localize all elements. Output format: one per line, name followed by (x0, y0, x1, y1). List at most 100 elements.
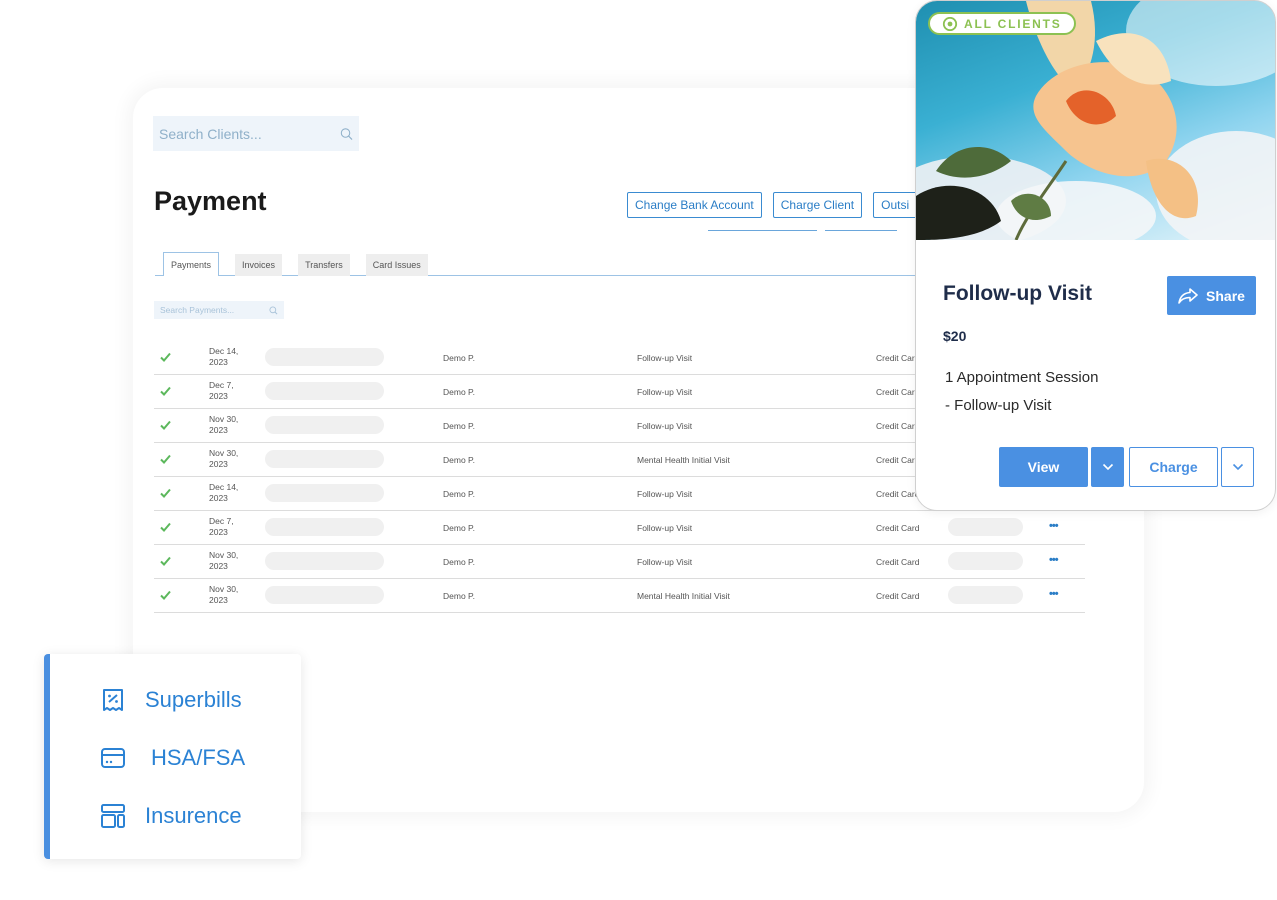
payment-date: Nov 30, 2023 (209, 414, 259, 436)
payment-date: Dec 7, 2023 (209, 380, 259, 402)
check-icon (160, 590, 171, 600)
page-title: Payment (154, 186, 267, 216)
redacted-field (265, 518, 384, 536)
service-offer-card: ALL CLIENTS Follow-up Visit Share $20 1 … (915, 0, 1276, 511)
more-options-icon[interactable]: ••• (1049, 520, 1059, 532)
divider (708, 230, 817, 231)
check-icon (160, 556, 171, 566)
outside-payment-button[interactable]: Outsi (873, 192, 918, 218)
payment-date: Nov 30, 2023 (209, 448, 259, 470)
redacted-field (265, 586, 384, 604)
date-line: Nov 30, (209, 584, 239, 594)
date-line: 2023 (209, 459, 228, 469)
redacted-field (265, 484, 384, 502)
client-name[interactable]: Demo P. (443, 523, 475, 533)
date-line: 2023 (209, 493, 228, 503)
service-name: Follow-up Visit (637, 421, 693, 431)
share-arrow-icon (1178, 287, 1198, 304)
payment-method: Credit Card (876, 387, 920, 397)
offer-title: Follow-up Visit (943, 282, 1092, 305)
offer-price: $20 (943, 328, 967, 344)
tab-transfers[interactable]: Transfers (298, 254, 350, 276)
redacted-amount (948, 586, 1023, 604)
date-line: 2023 (209, 561, 228, 571)
search-icon[interactable] (269, 305, 278, 315)
table-row[interactable]: Dec 7, 2023 Demo P. Follow-up Visit Credit C… (154, 511, 1085, 545)
redacted-field (265, 416, 384, 434)
menu-item-hsa-fsa[interactable]: HSA/FSA (100, 745, 245, 771)
layout-icon (101, 804, 125, 828)
payment-method: Credit Card (876, 353, 920, 363)
chevron-down-icon (1232, 463, 1243, 471)
search-icon[interactable] (340, 124, 353, 144)
check-icon (160, 454, 171, 464)
redacted-field (265, 348, 384, 366)
credit-card-icon (101, 748, 125, 768)
visibility-badge: ALL CLIENTS (928, 12, 1076, 35)
payment-method: Credit Card (876, 489, 920, 499)
billing-options-menu: Superbills HSA/FSA Insurence (44, 654, 301, 859)
badge-label: ALL CLIENTS (964, 16, 1062, 31)
more-options-icon[interactable]: ••• (1049, 588, 1059, 600)
redacted-field (265, 382, 384, 400)
charge-client-button[interactable]: Charge Client (772, 192, 863, 218)
payment-actions: Change Bank Account Charge Client Outsi (627, 192, 918, 218)
charge-button[interactable]: Charge (1129, 447, 1218, 487)
check-icon (160, 488, 171, 498)
view-dropdown-button[interactable] (1091, 447, 1124, 487)
share-button[interactable]: Share (1167, 276, 1256, 315)
client-name[interactable]: Demo P. (443, 489, 475, 499)
change-bank-account-button[interactable]: Change Bank Account (627, 192, 762, 218)
check-icon (160, 522, 171, 532)
offer-description-line: - Follow-up Visit (945, 397, 1052, 414)
table-row[interactable]: Nov 30, 2023 Demo P. Mental Health Initial … (154, 579, 1085, 613)
date-line: 2023 (209, 357, 228, 367)
offer-description-line: 1 Appointment Session (945, 369, 1099, 386)
menu-item-label: Insurence (145, 803, 242, 828)
view-button[interactable]: View (999, 447, 1088, 487)
client-name[interactable]: Demo P. (443, 557, 475, 567)
date-line: 2023 (209, 595, 228, 605)
tab-card-issues[interactable]: Card Issues (365, 254, 428, 276)
payment-method: Credit Card (876, 421, 920, 431)
service-name: Follow-up Visit (637, 353, 693, 363)
payment-method: Credit Card (876, 523, 920, 533)
client-name[interactable]: Demo P. (443, 455, 475, 465)
service-name: Mental Health Initial Visit (637, 591, 730, 601)
date-line: 2023 (209, 527, 228, 537)
menu-item-superbills[interactable]: Superbills (100, 687, 242, 713)
payment-method: Credit Card (876, 455, 920, 465)
client-name[interactable]: Demo P. (443, 353, 475, 363)
service-name: Follow-up Visit (637, 523, 693, 533)
search-payments-field[interactable]: Search Payments... (154, 301, 284, 319)
tab-invoices[interactable]: Invoices (235, 254, 283, 276)
share-label: Share (1206, 287, 1245, 304)
client-name[interactable]: Demo P. (443, 387, 475, 397)
payment-date: Nov 30, 2023 (209, 550, 259, 572)
date-line: 2023 (209, 425, 228, 435)
client-name[interactable]: Demo P. (443, 591, 475, 601)
redacted-amount (948, 518, 1023, 536)
menu-item-label: Superbills (145, 687, 242, 712)
date-line: Dec 7, (209, 516, 234, 526)
check-icon (160, 352, 171, 362)
chevron-down-icon (1102, 463, 1113, 471)
search-payments-placeholder: Search Payments... (160, 305, 235, 315)
client-name[interactable]: Demo P. (443, 421, 475, 431)
search-clients-input[interactable] (159, 125, 340, 142)
redacted-field (265, 552, 384, 570)
redacted-field (265, 450, 384, 468)
flower-illustration (916, 1, 1275, 240)
date-line: Dec 7, (209, 380, 234, 390)
service-name: Follow-up Visit (637, 387, 693, 397)
more-options-icon[interactable]: ••• (1049, 554, 1059, 566)
table-row[interactable]: Nov 30, 2023 Demo P. Follow-up Visit Credit … (154, 545, 1085, 579)
date-line: Nov 30, (209, 414, 239, 424)
redacted-amount (948, 552, 1023, 570)
payment-method: Credit Card (876, 591, 920, 601)
charge-dropdown-button[interactable] (1221, 447, 1254, 487)
payment-date: Dec 14, 2023 (209, 346, 259, 368)
menu-item-insurence[interactable]: Insurence (100, 803, 242, 829)
tab-payments[interactable]: Payments (163, 252, 220, 276)
search-clients-field[interactable] (153, 116, 359, 151)
